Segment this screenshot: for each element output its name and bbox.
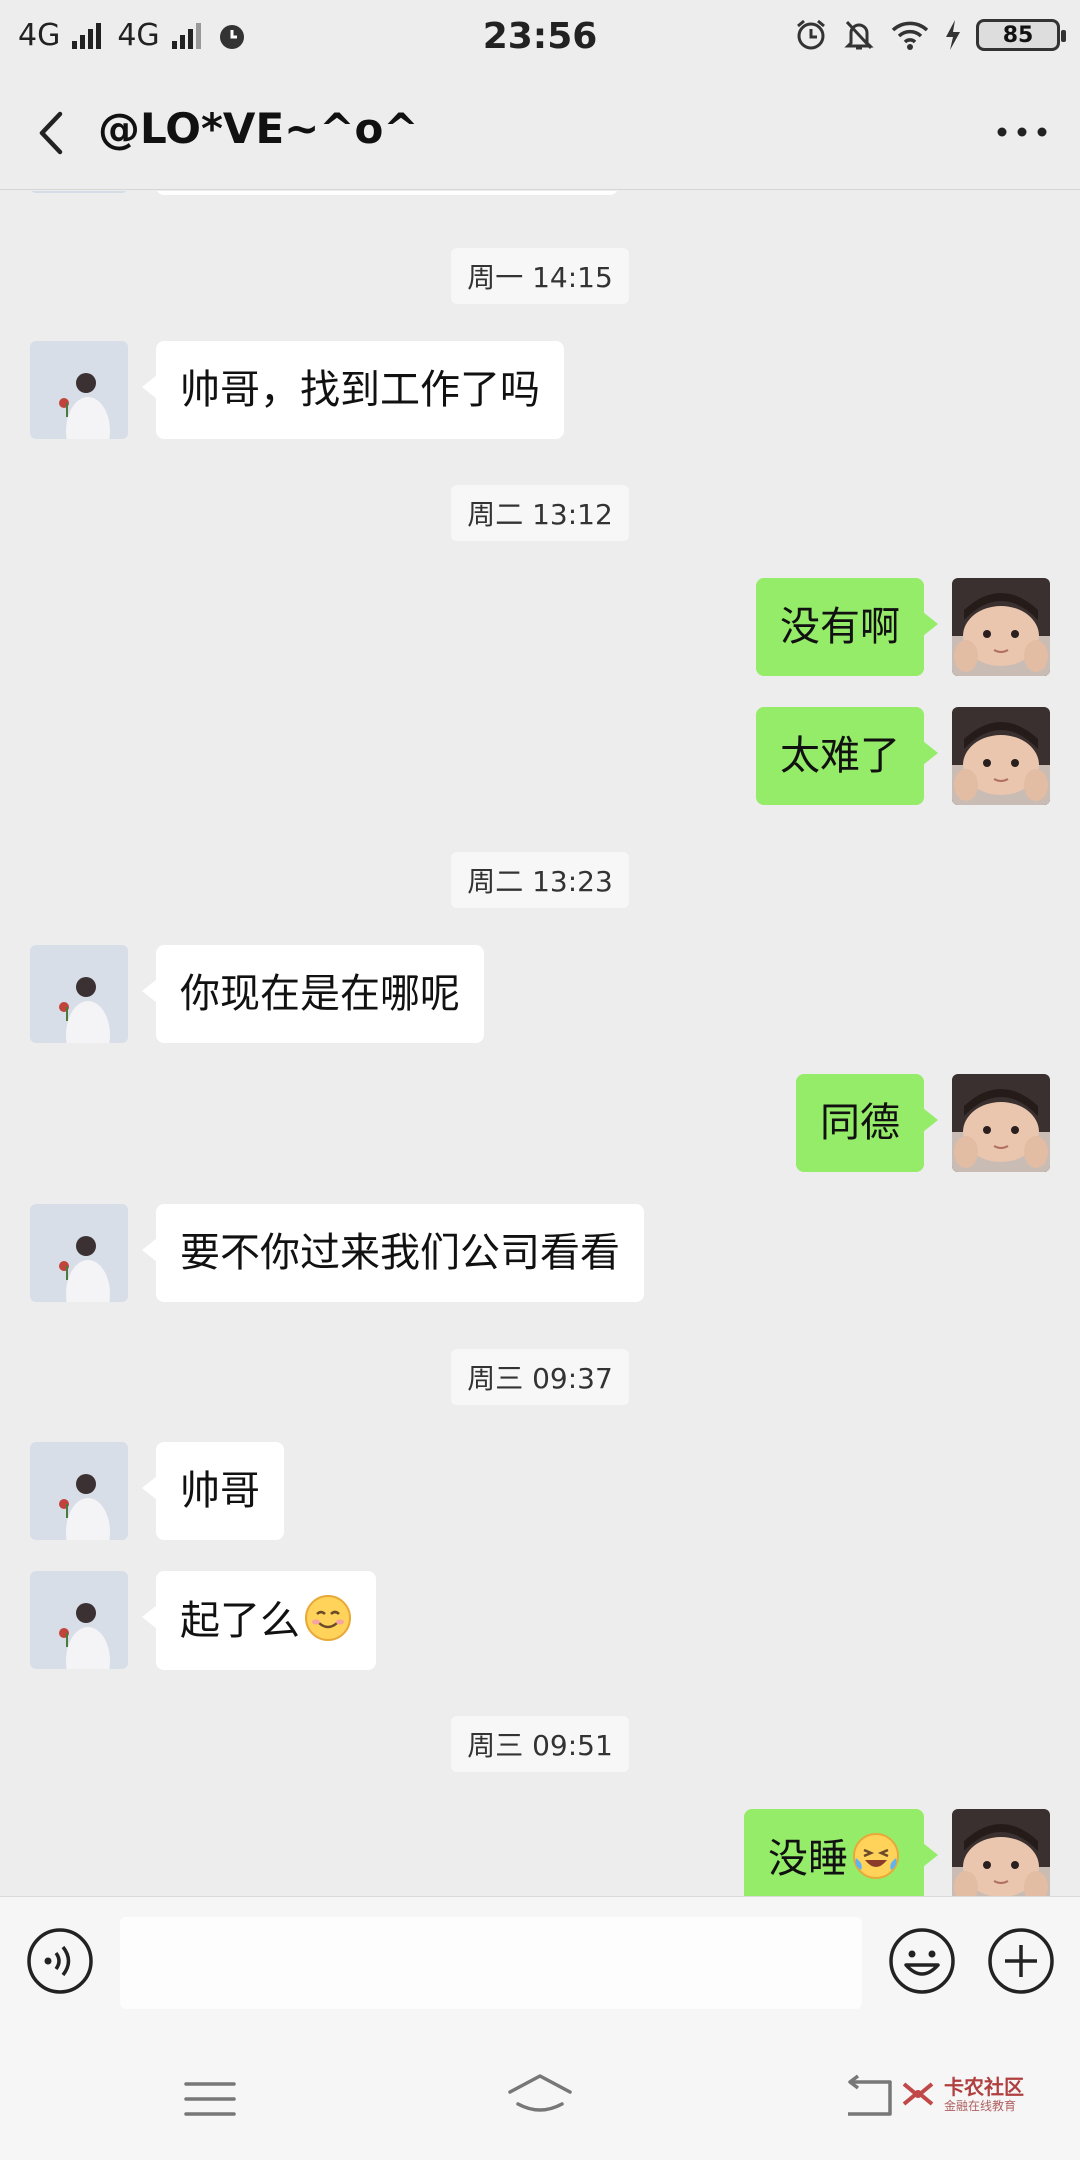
my-avatar[interactable] <box>952 1809 1050 1896</box>
message-bubble[interactable]: 帅哥 <box>142 1442 284 1540</box>
charging-icon <box>946 20 960 50</box>
message-bubble[interactable]: 你现在是在哪呢 <box>142 945 484 1043</box>
message-bubble[interactable]: 帅哥，找到工作了吗 <box>142 341 564 439</box>
laughing-tears-emoji <box>853 1833 899 1879</box>
alarm-icon <box>797 19 825 50</box>
my-avatar[interactable] <box>952 1074 1050 1172</box>
my-avatar[interactable] <box>952 578 1050 676</box>
timestamp: 周三 09:37 <box>0 1349 1080 1405</box>
timestamp: 周二 13:23 <box>0 852 1080 908</box>
chat-history[interactable]: 周一 14:15 帅哥，找到工作了吗 周二 13:12 没有啊 太难了 周二 1… <box>0 191 1080 1896</box>
partial-avatar <box>30 191 128 193</box>
message-text: 没睡 <box>768 1836 848 1882</box>
message-bubble[interactable]: 要不你过来我们公司看看 <box>142 1204 644 1302</box>
message-row: 帅哥，找到工作了吗 <box>30 341 564 439</box>
mute-bell-icon <box>844 20 874 50</box>
status-right: 85 <box>794 18 1066 52</box>
message-bubble[interactable]: 太难了 <box>756 707 938 805</box>
watermark-subtitle: 金融在线教育 <box>944 2098 1017 2113</box>
contact-avatar[interactable] <box>30 945 128 1043</box>
message-row: 你现在是在哪呢 <box>30 945 484 1043</box>
voice-icon[interactable] <box>26 1927 94 1995</box>
home-icon[interactable] <box>502 2068 578 2128</box>
watermark-name: 卡农社区 <box>944 2074 1024 2099</box>
message-row: 起了么 <box>30 1571 376 1670</box>
more-dots-icon[interactable] <box>992 112 1052 152</box>
input-bar <box>0 1896 1080 2026</box>
contact-avatar[interactable] <box>30 1571 128 1669</box>
smiling-blush-emoji <box>305 1595 351 1641</box>
message-bubble[interactable]: 起了么 <box>142 1571 376 1670</box>
timestamp: 周一 14:15 <box>0 248 1080 304</box>
message-bubble[interactable]: 没睡 <box>744 1809 938 1896</box>
wifi-icon <box>891 21 929 50</box>
status-bar: 4G 4G 23:56 85 <box>0 0 1080 76</box>
message-input[interactable] <box>120 1917 862 2009</box>
watermark-logo-icon <box>902 2082 934 2106</box>
message-row: 同德 <box>796 1074 1050 1172</box>
contact-avatar[interactable] <box>30 341 128 439</box>
message-row: 没睡 <box>744 1809 1050 1896</box>
chat-title: @LO*VE~^o^ <box>98 104 419 153</box>
chat-header: @LO*VE~^o^ <box>0 76 1080 190</box>
my-avatar[interactable] <box>952 707 1050 805</box>
watermark: 卡农社区 金融在线教育 <box>900 2076 1024 2112</box>
message-row: 要不你过来我们公司看看 <box>30 1204 644 1302</box>
timestamp: 周三 09:51 <box>0 1716 1080 1772</box>
menu-icon[interactable] <box>180 2074 240 2124</box>
back-icon[interactable] <box>838 2072 898 2122</box>
message-bubble[interactable]: 同德 <box>796 1074 938 1172</box>
message-row: 帅哥 <box>30 1442 284 1540</box>
back-arrow-icon[interactable] <box>26 106 76 160</box>
timestamp: 周二 13:12 <box>0 485 1080 541</box>
battery-indicator: 85 <box>976 19 1066 51</box>
partial-bubble <box>156 191 618 195</box>
message-row: 太难了 <box>756 707 1050 805</box>
contact-avatar[interactable] <box>30 1204 128 1302</box>
message-row: 没有啊 <box>756 578 1050 676</box>
system-navigation-bar: 卡农社区 金融在线教育 <box>0 2026 1080 2160</box>
contact-avatar[interactable] <box>30 1442 128 1540</box>
plus-icon[interactable] <box>987 1927 1055 1995</box>
message-bubble[interactable]: 没有啊 <box>756 578 938 676</box>
message-text: 起了么 <box>180 1598 300 1644</box>
emoji-icon[interactable] <box>888 1927 956 1995</box>
